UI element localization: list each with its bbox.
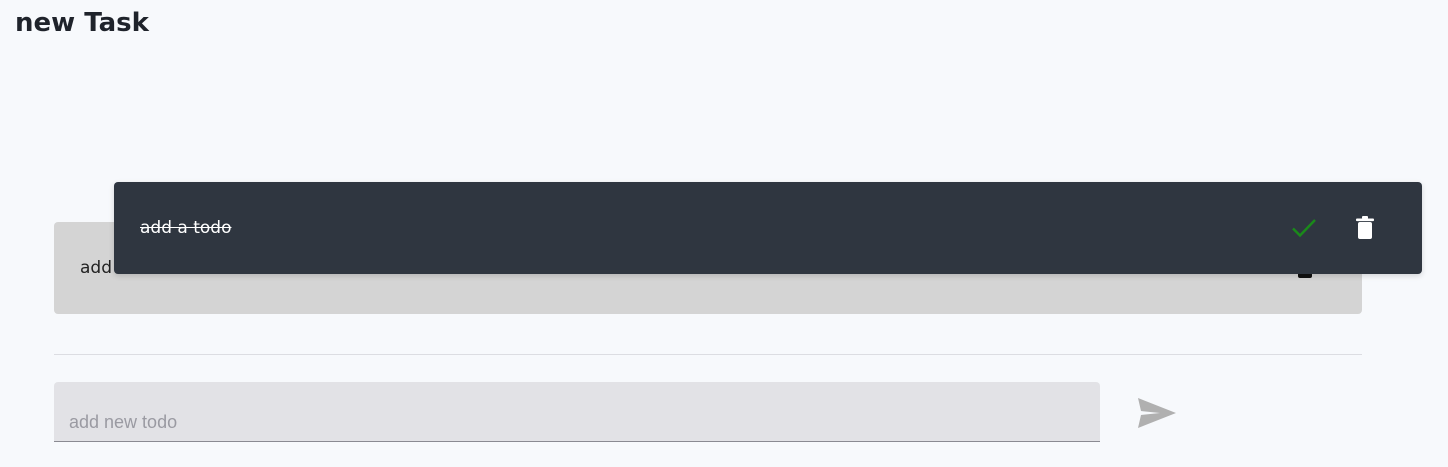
trash-icon[interactable] — [1349, 212, 1381, 244]
send-icon[interactable] — [1134, 392, 1180, 434]
check-icon[interactable] — [1288, 212, 1320, 244]
todo-item-completed[interactable]: add a todo — [114, 182, 1422, 274]
divider — [54, 354, 1362, 355]
page-title: new Task — [15, 8, 149, 38]
todo-text: add a todo — [140, 218, 232, 238]
new-todo-input[interactable] — [54, 382, 1100, 442]
